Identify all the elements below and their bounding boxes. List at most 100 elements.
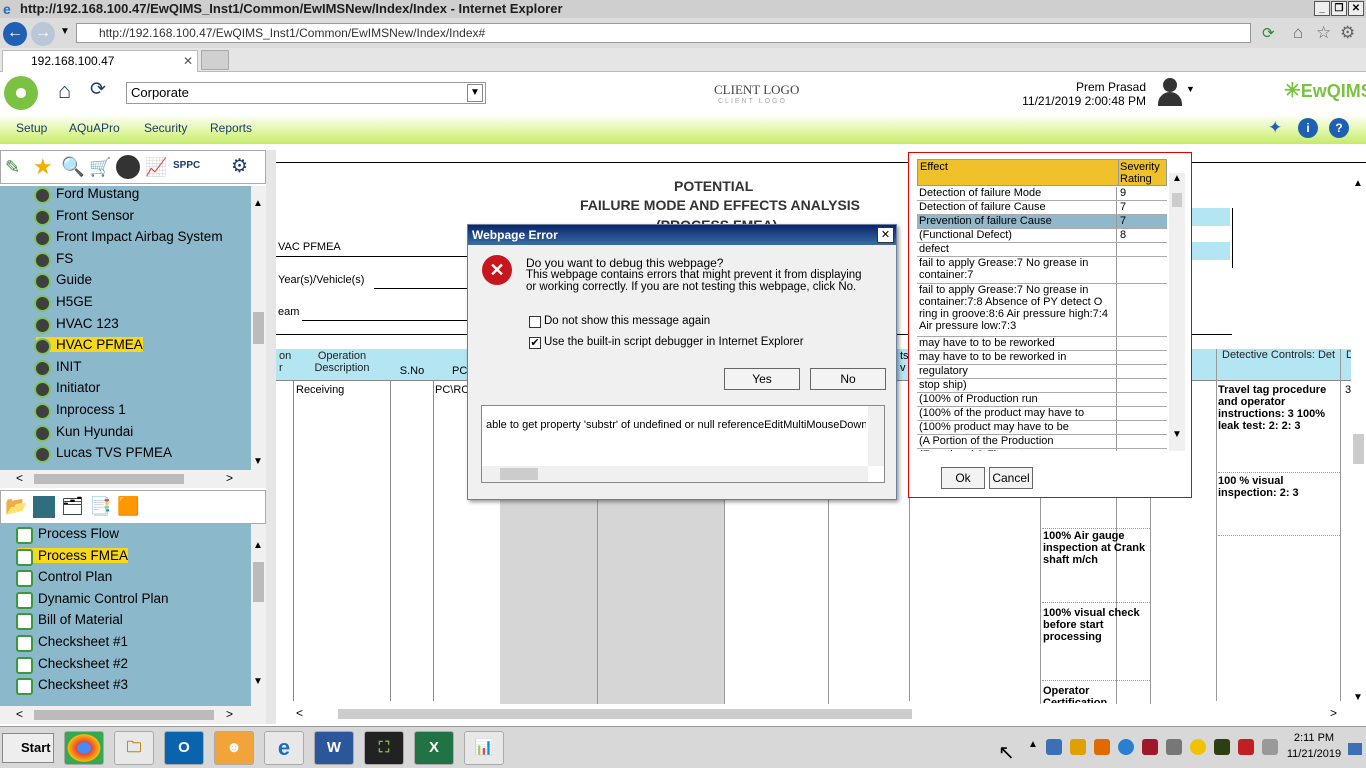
module-item[interactable]: Control Plan: [16, 569, 112, 588]
star-icon[interactable]: ★: [33, 154, 53, 180]
severity-row[interactable]: defect: [917, 243, 1167, 257]
tree-item[interactable]: Front Sensor: [34, 208, 134, 226]
doc-vscrollbar[interactable]: ▲ ▼: [1351, 170, 1366, 703]
word-icon[interactable]: W: [314, 731, 354, 765]
help-icon[interactable]: ?: [1329, 118, 1349, 138]
restore-button[interactable]: ❐: [1331, 1, 1347, 16]
pin-icon[interactable]: ✦: [1268, 118, 1282, 138]
gear-icon[interactable]: ⚙: [1340, 23, 1355, 43]
app-icon[interactable]: ⛶: [364, 731, 404, 765]
severity-row[interactable]: (100% of the product may have to: [917, 407, 1167, 421]
start-button[interactable]: Start: [2, 733, 54, 763]
severity-row[interactable]: Detection of failure Mode 9: [917, 187, 1167, 201]
url-input[interactable]: http://192.168.100.47/EwQIMS_Inst1/Commo…: [76, 23, 1251, 43]
cart-icon[interactable]: 🛒: [89, 157, 111, 178]
severity-row[interactable]: Detection of failure Cause 7: [917, 201, 1167, 215]
module-item[interactable]: Dynamic Control Plan: [16, 591, 169, 609]
module-scrollbar[interactable]: ▲ ▼: [251, 524, 266, 706]
severity-row[interactable]: may have to to be reworked: [917, 337, 1167, 351]
tree-item[interactable]: Kun Hyundai: [34, 424, 133, 442]
tree-item[interactable]: Inprocess 1: [34, 402, 126, 420]
tray-flag-icon[interactable]: [1262, 739, 1278, 755]
tree-scrollbar[interactable]: ▲ ▼: [251, 186, 266, 470]
chrome-icon[interactable]: [64, 731, 104, 765]
severity-row[interactable]: fail to apply Grease:7 No grease in cont…: [917, 257, 1167, 284]
severity-row[interactable]: regulatory: [917, 365, 1167, 379]
search-icon[interactable]: 🔍: [61, 155, 85, 179]
cycle-icon[interactable]: [33, 496, 55, 518]
menu-setup[interactable]: Setup: [16, 121, 47, 135]
module-item[interactable]: Process Flow: [16, 526, 119, 544]
tree-item[interactable]: Front Impact Airbag System: [34, 229, 223, 248]
folder-icon[interactable]: 📂: [5, 496, 27, 517]
tray-icon-1[interactable]: [1046, 739, 1062, 755]
severity-row[interactable]: (Functional Defect) 8: [917, 229, 1167, 243]
no-button[interactable]: No: [810, 368, 886, 390]
explorer-icon[interactable]: 🗀: [114, 731, 154, 765]
scroll-up-icon[interactable]: ▲: [253, 198, 263, 209]
severity-row[interactable]: (100% product may have to be: [917, 421, 1167, 435]
new-tab-button[interactable]: [201, 50, 229, 70]
calendar-icon[interactable]: ☻: [214, 731, 254, 765]
chevron-down-icon[interactable]: ▼: [467, 84, 483, 102]
use-debugger-checkbox[interactable]: ✔: [529, 337, 541, 349]
home-icon[interactable]: ⌂: [1293, 23, 1303, 43]
severity-row[interactable]: Prevention of failure Cause 7: [917, 215, 1167, 229]
edit-icon[interactable]: ✎: [5, 157, 20, 178]
minimize-button[interactable]: _: [1314, 1, 1330, 16]
tree-item[interactable]: INIT: [34, 359, 82, 377]
gear-dark-icon[interactable]: [116, 155, 140, 179]
tray-icon-9[interactable]: [1238, 739, 1254, 755]
error-vscroll[interactable]: [868, 406, 884, 466]
chart-app-icon[interactable]: 📊: [464, 731, 504, 765]
tree-item[interactable]: Ford Mustang: [34, 186, 139, 204]
org-select[interactable]: Corporate ▼: [126, 82, 486, 104]
tree-item[interactable]: H5GE: [34, 294, 93, 312]
module-item[interactable]: Bill of Material: [16, 612, 123, 631]
excel-icon[interactable]: X: [414, 731, 454, 765]
menu-aquapro[interactable]: AQuAPro: [69, 121, 120, 135]
severity-row[interactable]: (100% of Production run: [917, 393, 1167, 407]
close-window-button[interactable]: ✕: [1348, 1, 1364, 16]
caret-down-icon[interactable]: ▼: [1186, 84, 1195, 94]
docs-icon[interactable]: 🗂: [61, 496, 84, 517]
doc-hscrollbar[interactable]: < >: [276, 704, 1351, 724]
forward-button[interactable]: →: [31, 22, 55, 46]
error-hscroll[interactable]: [482, 466, 868, 482]
tray-icon-4[interactable]: [1118, 739, 1134, 755]
severity-row[interactable]: fail to apply Grease:7 No grease in cont…: [917, 284, 1167, 337]
module-item[interactable]: Process FMEA: [16, 547, 129, 566]
refresh-icon[interactable]: ⟳: [1262, 24, 1275, 42]
scroll-down-icon[interactable]: ▼: [253, 456, 263, 467]
home-icon[interactable]: ⌂: [58, 78, 71, 104]
settings-icon[interactable]: ⚙: [231, 155, 248, 178]
tray-icon-3[interactable]: [1094, 739, 1110, 755]
tree-hscrollbar[interactable]: < >: [0, 470, 266, 488]
chevron-down-icon[interactable]: ▼: [60, 26, 70, 37]
scroll-thumb[interactable]: [253, 312, 264, 344]
close-tab-icon[interactable]: ✕: [183, 51, 193, 71]
tray-icon-7[interactable]: [1190, 739, 1206, 755]
module-item[interactable]: Checksheet #3: [16, 677, 128, 696]
severity-row[interactable]: (A Portion of the Production: [917, 435, 1167, 449]
yes-button[interactable]: Yes: [724, 368, 800, 390]
tree-item[interactable]: FS: [34, 251, 73, 269]
menu-reports[interactable]: Reports: [210, 121, 252, 135]
tray-icon-6[interactable]: [1166, 739, 1182, 755]
favorites-star-icon[interactable]: ☆: [1316, 23, 1331, 43]
avatar[interactable]: [1156, 76, 1184, 108]
splitter[interactable]: [266, 150, 276, 724]
module-item[interactable]: Checksheet #2: [16, 656, 128, 674]
severity-row[interactable]: (Functional & Fitment: [917, 449, 1167, 451]
tray-icon-2[interactable]: [1070, 739, 1086, 755]
chart-icon[interactable]: 📈: [145, 157, 167, 178]
dialog-close-button[interactable]: ✕: [877, 227, 894, 243]
severity-row[interactable]: stop ship): [917, 379, 1167, 393]
back-button[interactable]: ←: [3, 22, 27, 46]
module-hscrollbar[interactable]: < >: [0, 706, 266, 724]
copy-icon[interactable]: 📑: [89, 496, 111, 517]
tray-icon-8[interactable]: [1214, 739, 1230, 755]
outlook-icon[interactable]: O: [164, 731, 204, 765]
error-details-box[interactable]: able to get property 'substr' of undefin…: [481, 405, 885, 483]
tree-item[interactable]: HVAC PFMEA: [34, 337, 143, 356]
